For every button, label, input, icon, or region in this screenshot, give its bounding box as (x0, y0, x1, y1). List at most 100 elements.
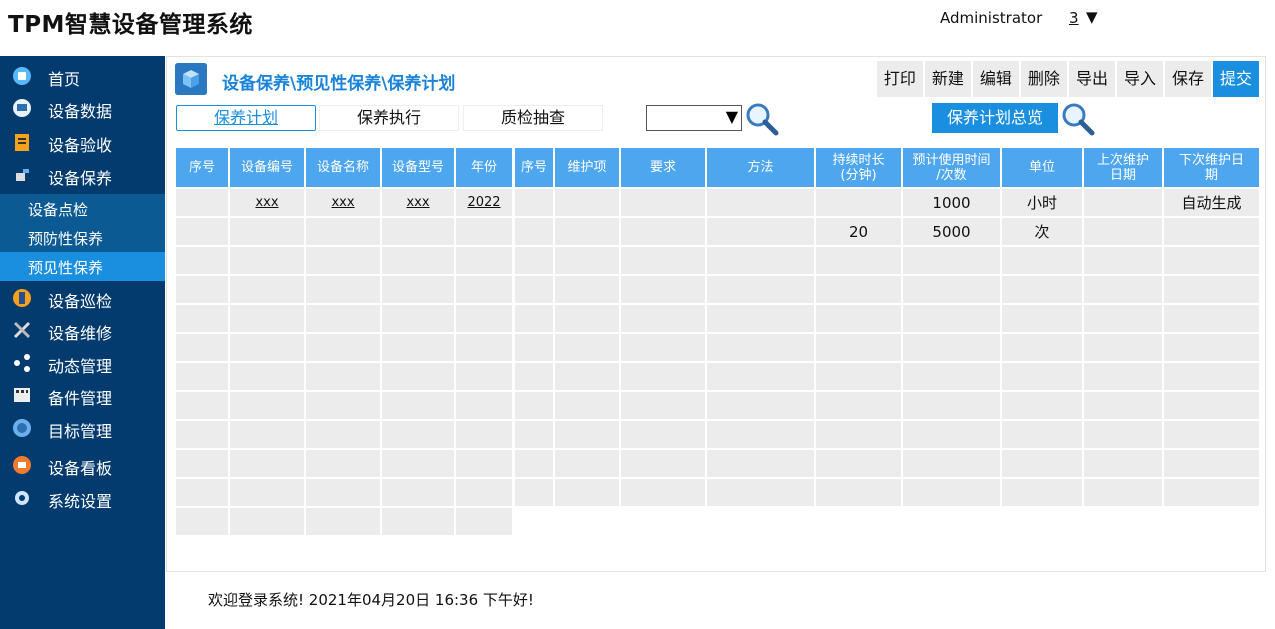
table-cell[interactable] (553, 332, 621, 363)
table-row[interactable] (174, 477, 514, 508)
table-cell[interactable] (619, 390, 707, 421)
table-cell[interactable] (228, 216, 306, 247)
table-cell[interactable] (1082, 303, 1164, 334)
table-cell[interactable] (901, 332, 1002, 363)
table-cell[interactable] (553, 216, 621, 247)
table-row[interactable] (513, 448, 1261, 479)
table-row[interactable] (174, 216, 514, 247)
sidebar-item-target[interactable]: 目标管理 (0, 412, 165, 444)
table-cell[interactable] (814, 303, 903, 334)
table-cell[interactable] (814, 448, 903, 479)
table-cell[interactable] (1082, 245, 1164, 276)
table-cell[interactable] (1082, 216, 1164, 247)
sidebar-item-maintenance[interactable]: 设备保养 (0, 159, 165, 191)
table-cell[interactable] (174, 216, 230, 247)
table-cell[interactable] (619, 361, 707, 392)
table-cell[interactable] (174, 390, 230, 421)
table-cell[interactable] (454, 245, 514, 276)
table-cell[interactable] (228, 332, 306, 363)
table-cell[interactable] (901, 448, 1002, 479)
table-cell[interactable] (901, 274, 1002, 305)
table-cell[interactable]: 20 (814, 216, 903, 247)
table-cell[interactable] (705, 245, 816, 276)
table-cell[interactable] (1000, 477, 1084, 508)
table-cell[interactable] (513, 303, 555, 334)
table-cell[interactable] (553, 419, 621, 450)
sidebar-subitem-predictive[interactable]: 预见性保养 (0, 252, 165, 281)
table-cell[interactable] (454, 361, 514, 392)
table-cell[interactable] (1000, 274, 1084, 305)
print-button[interactable]: 打印 (876, 61, 923, 97)
tab-quality-check[interactable]: 质检抽查 (463, 105, 603, 131)
table-cell[interactable] (619, 477, 707, 508)
table-cell[interactable] (454, 332, 514, 363)
submit-button[interactable]: 提交 (1212, 61, 1259, 97)
table-cell[interactable] (705, 187, 816, 218)
table-cell[interactable] (1000, 303, 1084, 334)
user-name[interactable]: Administrator (940, 9, 1042, 27)
table-cell[interactable] (380, 419, 456, 450)
table-row[interactable] (513, 361, 1261, 392)
tab-maintenance-plan[interactable]: 保养计划 (176, 105, 316, 131)
table-cell[interactable] (380, 477, 456, 508)
table-row[interactable] (174, 506, 514, 537)
table-cell[interactable] (454, 216, 514, 247)
table-cell[interactable] (228, 506, 306, 537)
table-cell[interactable] (553, 477, 621, 508)
table-cell[interactable] (553, 274, 621, 305)
table-cell[interactable] (1162, 361, 1261, 392)
table-row[interactable] (513, 477, 1261, 508)
search-icon[interactable] (744, 101, 780, 137)
table-cell[interactable] (304, 390, 382, 421)
table-cell[interactable] (454, 419, 514, 450)
table-cell[interactable] (174, 361, 230, 392)
table-cell[interactable] (228, 274, 306, 305)
table-cell[interactable] (814, 187, 903, 218)
table-cell[interactable] (454, 274, 514, 305)
table-row[interactable] (513, 245, 1261, 276)
table-row[interactable] (174, 274, 514, 305)
sidebar-item-repair[interactable]: 设备维修 (0, 314, 165, 346)
sidebar-item-settings[interactable]: 系统设置 (0, 482, 165, 514)
table-cell[interactable] (174, 187, 230, 218)
table-cell[interactable] (705, 274, 816, 305)
table-cell[interactable] (553, 390, 621, 421)
table-cell[interactable] (705, 361, 816, 392)
user-menu-arrow-icon[interactable]: ▼ (1086, 8, 1098, 26)
table-cell[interactable] (1082, 361, 1164, 392)
table-cell[interactable] (901, 303, 1002, 334)
notification-count[interactable]: 3 (1069, 9, 1079, 27)
table-cell[interactable] (304, 448, 382, 479)
table-cell[interactable] (174, 419, 230, 450)
table-cell[interactable] (619, 448, 707, 479)
table-row[interactable] (513, 274, 1261, 305)
table-cell[interactable] (454, 303, 514, 334)
table-cell[interactable] (380, 303, 456, 334)
table-cell[interactable] (1082, 390, 1164, 421)
table-cell[interactable]: xxx (228, 187, 306, 218)
delete-button[interactable]: 删除 (1020, 61, 1067, 97)
table-cell[interactable] (705, 216, 816, 247)
table-cell[interactable] (619, 419, 707, 450)
table-cell[interactable] (304, 216, 382, 247)
table-cell[interactable] (1000, 448, 1084, 479)
table-cell[interactable]: 次 (1000, 216, 1084, 247)
table-cell[interactable] (814, 274, 903, 305)
table-cell[interactable] (1000, 390, 1084, 421)
table-cell[interactable] (174, 303, 230, 334)
table-cell[interactable] (1162, 332, 1261, 363)
table-cell[interactable] (619, 332, 707, 363)
table-cell[interactable] (814, 361, 903, 392)
table-cell[interactable] (901, 477, 1002, 508)
table-cell[interactable] (705, 477, 816, 508)
sidebar-item-device-data[interactable]: 设备数据 (0, 92, 165, 124)
table-cell[interactable] (1082, 448, 1164, 479)
sidebar-item-dashboard[interactable]: 设备看板 (0, 449, 165, 481)
table-cell[interactable] (901, 419, 1002, 450)
table-cell[interactable] (380, 332, 456, 363)
table-cell[interactable] (553, 245, 621, 276)
new-button[interactable]: 新建 (924, 61, 971, 97)
sidebar-item-dynamic[interactable]: 动态管理 (0, 347, 165, 379)
sidebar-item-patrol[interactable]: 设备巡检 (0, 282, 165, 314)
table-cell[interactable] (814, 419, 903, 450)
